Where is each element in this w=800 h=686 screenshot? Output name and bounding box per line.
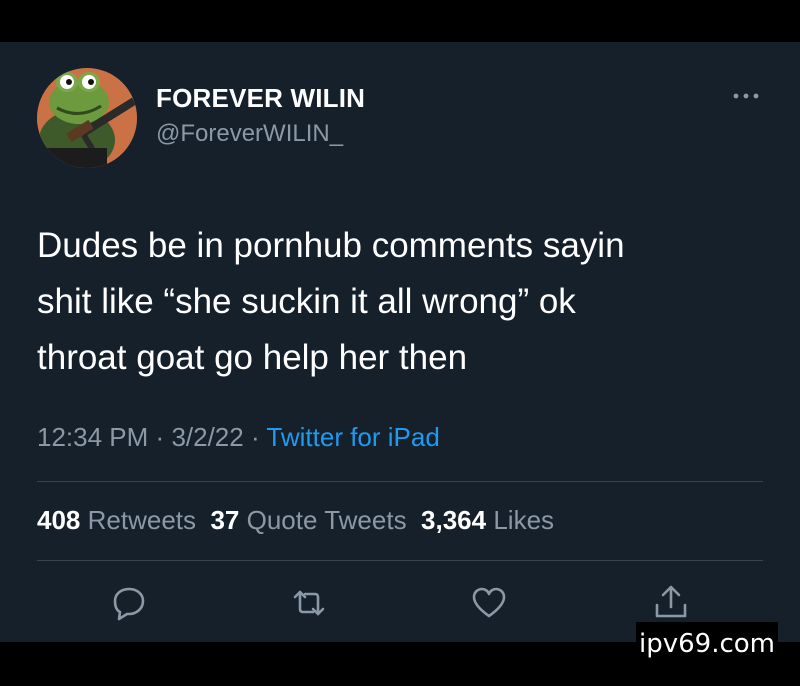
likes-label: Likes bbox=[493, 505, 555, 535]
like-button[interactable] bbox=[469, 583, 509, 623]
tweet-date[interactable]: 3/2/22 bbox=[171, 422, 243, 452]
retweets-count: 408 bbox=[37, 505, 81, 535]
divider-bottom bbox=[37, 560, 763, 561]
divider-top bbox=[37, 481, 763, 482]
tweet-text-line: Dudes be in pornhub comments sayin bbox=[37, 226, 625, 265]
quote-tweets-count: 37 bbox=[210, 505, 240, 535]
tweet-source-link[interactable]: Twitter for iPad bbox=[266, 422, 439, 452]
display-name[interactable]: FOREVER WILIN bbox=[156, 83, 365, 114]
share-button[interactable] bbox=[651, 583, 691, 623]
reply-icon bbox=[113, 587, 145, 621]
quote-tweets-label: Quote Tweets bbox=[246, 505, 407, 535]
retweet-button[interactable] bbox=[289, 583, 329, 623]
heart-icon bbox=[472, 587, 506, 618]
retweet-icon bbox=[293, 590, 325, 616]
tweet-meta: 12:34 PM · 3/2/22 · Twitter for iPad bbox=[37, 422, 440, 453]
top-letterbox bbox=[0, 0, 800, 42]
watermark-text: ipv69.com bbox=[636, 622, 778, 666]
tweet-text-line: throat goat go help her then bbox=[37, 338, 468, 377]
tweet-time[interactable]: 12:34 PM bbox=[37, 422, 148, 452]
retweets-stat[interactable]: 408 Retweets bbox=[37, 505, 196, 535]
reply-button[interactable] bbox=[109, 583, 149, 623]
tweet-stats: 408 Retweets 37 Quote Tweets 3,364 Likes bbox=[37, 505, 554, 536]
share-icon bbox=[655, 585, 687, 618]
frog-avatar-icon bbox=[37, 68, 137, 168]
user-handle[interactable]: @ForeverWILIN_ bbox=[156, 120, 343, 148]
more-options-icon[interactable] bbox=[730, 88, 762, 104]
likes-stat[interactable]: 3,364 Likes bbox=[421, 505, 554, 535]
meta-separator: · bbox=[250, 422, 260, 452]
user-avatar[interactable] bbox=[37, 68, 137, 168]
quote-tweets-stat[interactable]: 37 Quote Tweets bbox=[210, 505, 406, 535]
meta-separator: · bbox=[155, 422, 165, 452]
retweets-label: Retweets bbox=[87, 505, 197, 535]
tweet-text: Dudes be in pornhub comments sayin shit … bbox=[37, 218, 777, 386]
tweet-text-line: shit like “she suckin it all wrong” ok bbox=[37, 282, 576, 321]
likes-count: 3,364 bbox=[421, 505, 487, 535]
